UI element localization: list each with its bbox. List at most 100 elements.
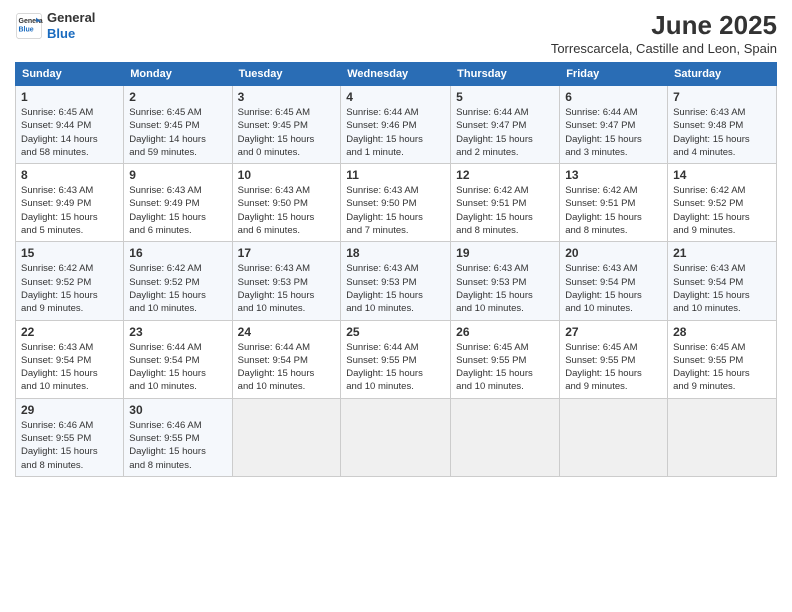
col-tuesday: Tuesday: [232, 63, 341, 86]
calendar-cell: 27Sunrise: 6:45 AM Sunset: 9:55 PM Dayli…: [560, 320, 668, 398]
day-info: Sunrise: 6:43 AM Sunset: 9:54 PM Dayligh…: [673, 262, 771, 315]
col-monday: Monday: [124, 63, 232, 86]
day-info: Sunrise: 6:43 AM Sunset: 9:48 PM Dayligh…: [673, 106, 771, 159]
day-number: 4: [346, 90, 445, 104]
col-sunday: Sunday: [16, 63, 124, 86]
calendar-cell: 4 Sunrise: 6:44 AM Sunset: 9:46 PM Daylig…: [341, 86, 451, 164]
calendar-cell: 30 Sunrise: 6:46 AM Sunset: 9:55 PM Dayli…: [124, 398, 232, 476]
day-info: Sunrise: 6:45 AM Sunset: 9:55 PM Dayligh…: [673, 341, 771, 394]
day-info: Sunrise: 6:43 AM Sunset: 9:53 PM Dayligh…: [346, 262, 445, 315]
day-info: Sunrise: 6:45 AM Sunset: 9:45 PM Dayligh…: [129, 106, 226, 159]
calendar-table: Sunday Monday Tuesday Wednesday Thursday…: [15, 62, 777, 477]
col-saturday: Saturday: [668, 63, 777, 86]
calendar-cell: 20Sunrise: 6:43 AM Sunset: 9:54 PM Dayli…: [560, 242, 668, 320]
calendar-cell: 18 Sunrise: 6:43 AM Sunset: 9:53 PM Dayli…: [341, 242, 451, 320]
day-number: 1: [21, 90, 118, 104]
calendar-cell: 19Sunrise: 6:43 AM Sunset: 9:53 PM Dayli…: [451, 242, 560, 320]
calendar-cell: 5Sunrise: 6:44 AM Sunset: 9:47 PM Daylig…: [451, 86, 560, 164]
day-info: Sunrise: 6:44 AM Sunset: 9:54 PM Dayligh…: [129, 341, 226, 394]
logo: General Blue General Blue: [15, 10, 95, 41]
location-subtitle: Torrescarcela, Castille and Leon, Spain: [551, 41, 777, 56]
col-thursday: Thursday: [451, 63, 560, 86]
day-number: 14: [673, 168, 771, 182]
day-number: 3: [238, 90, 336, 104]
day-number: 16: [129, 246, 226, 260]
day-number: 21: [673, 246, 771, 260]
month-title: June 2025: [551, 10, 777, 41]
calendar-cell: 8 Sunrise: 6:43 AM Sunset: 9:49 PM Daylig…: [16, 164, 124, 242]
header: General Blue General Blue June 2025 Torr…: [15, 10, 777, 56]
day-number: 13: [565, 168, 662, 182]
calendar-row-0: 1 Sunrise: 6:45 AM Sunset: 9:44 PM Daylig…: [16, 86, 777, 164]
calendar-cell: [341, 398, 451, 476]
day-number: 17: [238, 246, 336, 260]
calendar-cell: 15 Sunrise: 6:42 AM Sunset: 9:52 PM Dayli…: [16, 242, 124, 320]
calendar-cell: 16Sunrise: 6:42 AM Sunset: 9:52 PM Dayli…: [124, 242, 232, 320]
day-number: 29: [21, 403, 118, 417]
day-info: Sunrise: 6:42 AM Sunset: 9:52 PM Dayligh…: [673, 184, 771, 237]
calendar-row-3: 22Sunrise: 6:43 AM Sunset: 9:54 PM Dayli…: [16, 320, 777, 398]
day-number: 25: [346, 325, 445, 339]
calendar-cell: 23Sunrise: 6:44 AM Sunset: 9:54 PM Dayli…: [124, 320, 232, 398]
calendar-cell: 11Sunrise: 6:43 AM Sunset: 9:50 PM Dayli…: [341, 164, 451, 242]
day-number: 15: [21, 246, 118, 260]
calendar-cell: [668, 398, 777, 476]
day-number: 28: [673, 325, 771, 339]
day-number: 6: [565, 90, 662, 104]
day-info: Sunrise: 6:43 AM Sunset: 9:53 PM Dayligh…: [238, 262, 336, 315]
day-number: 5: [456, 90, 554, 104]
day-info: Sunrise: 6:44 AM Sunset: 9:46 PM Dayligh…: [346, 106, 445, 159]
day-info: Sunrise: 6:46 AM Sunset: 9:55 PM Dayligh…: [129, 419, 226, 472]
calendar-cell: 25 Sunrise: 6:44 AM Sunset: 9:55 PM Dayli…: [341, 320, 451, 398]
day-info: Sunrise: 6:43 AM Sunset: 9:50 PM Dayligh…: [238, 184, 336, 237]
day-info: Sunrise: 6:43 AM Sunset: 9:54 PM Dayligh…: [21, 341, 118, 394]
calendar-cell: 24 Sunrise: 6:44 AM Sunset: 9:54 PM Dayli…: [232, 320, 341, 398]
calendar-row-2: 15 Sunrise: 6:42 AM Sunset: 9:52 PM Dayli…: [16, 242, 777, 320]
day-number: 9: [129, 168, 226, 182]
day-info: Sunrise: 6:46 AM Sunset: 9:55 PM Dayligh…: [21, 419, 118, 472]
day-info: Sunrise: 6:45 AM Sunset: 9:55 PM Dayligh…: [456, 341, 554, 394]
day-number: 30: [129, 403, 226, 417]
calendar-cell: 13 Sunrise: 6:42 AM Sunset: 9:51 PM Dayli…: [560, 164, 668, 242]
calendar-cell: 2 Sunrise: 6:45 AM Sunset: 9:45 PM Daylig…: [124, 86, 232, 164]
day-number: 7: [673, 90, 771, 104]
logo-text: General Blue: [47, 10, 95, 41]
day-info: Sunrise: 6:44 AM Sunset: 9:54 PM Dayligh…: [238, 341, 336, 394]
title-block: June 2025 Torrescarcela, Castille and Le…: [551, 10, 777, 56]
svg-text:Blue: Blue: [19, 26, 34, 33]
day-info: Sunrise: 6:45 AM Sunset: 9:44 PM Dayligh…: [21, 106, 118, 159]
logo-icon: General Blue: [15, 12, 43, 40]
calendar-cell: 7 Sunrise: 6:43 AM Sunset: 9:48 PM Daylig…: [668, 86, 777, 164]
day-number: 19: [456, 246, 554, 260]
day-info: Sunrise: 6:45 AM Sunset: 9:45 PM Dayligh…: [238, 106, 336, 159]
day-info: Sunrise: 6:43 AM Sunset: 9:49 PM Dayligh…: [21, 184, 118, 237]
calendar-row-4: 29 Sunrise: 6:46 AM Sunset: 9:55 PM Dayli…: [16, 398, 777, 476]
calendar-cell: 17 Sunrise: 6:43 AM Sunset: 9:53 PM Dayli…: [232, 242, 341, 320]
col-friday: Friday: [560, 63, 668, 86]
calendar-cell: 22Sunrise: 6:43 AM Sunset: 9:54 PM Dayli…: [16, 320, 124, 398]
calendar-row-1: 8 Sunrise: 6:43 AM Sunset: 9:49 PM Daylig…: [16, 164, 777, 242]
day-number: 24: [238, 325, 336, 339]
day-info: Sunrise: 6:43 AM Sunset: 9:50 PM Dayligh…: [346, 184, 445, 237]
day-number: 26: [456, 325, 554, 339]
calendar-cell: 9 Sunrise: 6:43 AM Sunset: 9:49 PM Daylig…: [124, 164, 232, 242]
calendar-cell: 3 Sunrise: 6:45 AM Sunset: 9:45 PM Daylig…: [232, 86, 341, 164]
day-info: Sunrise: 6:43 AM Sunset: 9:49 PM Dayligh…: [129, 184, 226, 237]
calendar-cell: 1 Sunrise: 6:45 AM Sunset: 9:44 PM Daylig…: [16, 86, 124, 164]
day-info: Sunrise: 6:42 AM Sunset: 9:51 PM Dayligh…: [456, 184, 554, 237]
day-info: Sunrise: 6:44 AM Sunset: 9:55 PM Dayligh…: [346, 341, 445, 394]
day-info: Sunrise: 6:42 AM Sunset: 9:52 PM Dayligh…: [21, 262, 118, 315]
calendar-cell: 12 Sunrise: 6:42 AM Sunset: 9:51 PM Dayli…: [451, 164, 560, 242]
day-number: 27: [565, 325, 662, 339]
day-info: Sunrise: 6:42 AM Sunset: 9:51 PM Dayligh…: [565, 184, 662, 237]
calendar-cell: [560, 398, 668, 476]
calendar-cell: [451, 398, 560, 476]
day-number: 8: [21, 168, 118, 182]
day-number: 2: [129, 90, 226, 104]
col-wednesday: Wednesday: [341, 63, 451, 86]
calendar-cell: 14 Sunrise: 6:42 AM Sunset: 9:52 PM Dayli…: [668, 164, 777, 242]
day-info: Sunrise: 6:43 AM Sunset: 9:54 PM Dayligh…: [565, 262, 662, 315]
calendar-cell: 21 Sunrise: 6:43 AM Sunset: 9:54 PM Dayli…: [668, 242, 777, 320]
day-number: 18: [346, 246, 445, 260]
day-number: 12: [456, 168, 554, 182]
